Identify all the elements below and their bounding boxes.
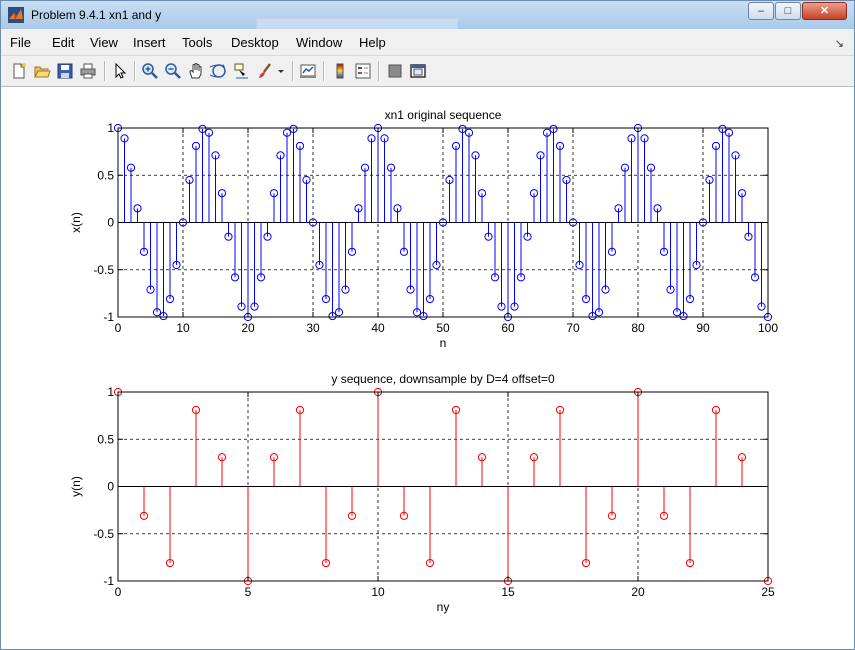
menu-view[interactable]: View [90, 35, 118, 50]
menu-bar: File Edit View Insert Tools Desktop Wind… [1, 29, 854, 56]
rotate-3d-icon[interactable] [210, 62, 228, 80]
insert-colorbar-icon[interactable] [331, 62, 349, 80]
toolbar-separator [378, 61, 380, 81]
chart-title: xn1 original sequence [385, 108, 502, 122]
menu-help[interactable]: Help [359, 35, 386, 50]
y-tick-label: -1 [103, 310, 114, 324]
figure-window: Problem 9.4.1 xn1 and y – □ ✕ File Edit … [0, 0, 855, 650]
open-file-icon[interactable] [33, 62, 51, 80]
title-bar[interactable]: Problem 9.4.1 xn1 and y – □ ✕ [1, 1, 854, 30]
y-axis-label: y(n) [69, 476, 83, 497]
close-button[interactable]: ✕ [802, 2, 847, 20]
menu-desktop[interactable]: Desktop [231, 35, 279, 50]
y-tick-label: 1 [107, 385, 114, 399]
x-tick-label: 10 [371, 585, 385, 599]
zoom-in-icon[interactable] [141, 62, 159, 80]
dock-figure-icon[interactable]: ↘ [835, 37, 844, 50]
y-tick-label: 0 [107, 480, 114, 494]
plots-svg: 0 10 20 30 40 50 60 70 80 90 10010.50-0.5-1xn1 ori… [69, 108, 778, 614]
x-tick-label: 0 [115, 321, 122, 335]
x-tick-label: 25 [761, 585, 775, 599]
window-title: Problem 9.4.1 xn1 and y [31, 8, 162, 22]
x-tick-label: 50 [436, 321, 450, 335]
link-plot-icon[interactable] [299, 62, 317, 80]
x-tick-label: 20 [241, 321, 255, 335]
y-tick-label: -0.5 [93, 527, 114, 541]
x-tick-label: 70 [566, 321, 580, 335]
menu-tools[interactable]: Tools [182, 35, 212, 50]
menu-file[interactable]: File [10, 35, 31, 50]
data-cursor-icon[interactable] [233, 62, 251, 80]
save-figure-icon[interactable] [56, 62, 74, 80]
x-tick-label: 20 [631, 585, 645, 599]
x-axis-label: ny [437, 600, 450, 614]
minimize-button[interactable]: – [748, 2, 774, 20]
maximize-button[interactable]: □ [775, 2, 801, 20]
x-tick-label: 30 [306, 321, 320, 335]
y-tick-label: 0.5 [97, 432, 114, 446]
x-tick-label: 0 [115, 585, 122, 599]
x-tick-label: 15 [501, 585, 515, 599]
y-tick-label: -1 [103, 574, 114, 588]
print-figure-icon[interactable] [79, 62, 97, 80]
x-tick-label: 80 [631, 321, 645, 335]
new-figure-icon[interactable] [10, 62, 28, 80]
toolbar-separator [134, 61, 136, 81]
x-tick-label: 40 [371, 321, 385, 335]
brush-dropdown-icon[interactable] [276, 62, 286, 80]
chart-title: y sequence, downsample by D=4 offset=0 [331, 372, 555, 386]
x-axis-label: n [440, 336, 447, 350]
edit-plot-icon[interactable] [111, 62, 129, 80]
figure-canvas[interactable]: 0 10 20 30 40 50 60 70 80 90 100 1 0.5 0 -0.5 -1 xn1 ori… [8, 87, 848, 644]
menu-window[interactable]: Window [296, 35, 342, 50]
insert-legend-icon[interactable] [354, 62, 372, 80]
menu-edit[interactable]: Edit [52, 35, 74, 50]
show-plot-tools-icon[interactable] [409, 62, 427, 80]
toolbar-separator [323, 61, 325, 81]
hide-plot-tools-icon[interactable] [386, 62, 404, 80]
y-tick-label: 0.5 [97, 168, 114, 182]
toolbar-separator [292, 61, 294, 81]
y-tick-label: -0.5 [93, 263, 114, 277]
x-tick-label: 60 [501, 321, 515, 335]
zoom-out-icon[interactable] [164, 62, 182, 80]
menu-insert[interactable]: Insert [133, 35, 166, 50]
x-tick-label: 90 [696, 321, 710, 335]
matlab-logo-icon [8, 7, 24, 23]
brush-icon[interactable] [256, 62, 274, 80]
x-tick-label: 100 [758, 321, 778, 335]
y-tick-label: 1 [107, 121, 114, 135]
y-axis-label: x(n) [69, 212, 83, 233]
figure-toolbar [1, 56, 854, 87]
y-tick-label: 0 [107, 216, 114, 230]
x-tick-label: 5 [245, 585, 252, 599]
x-tick-label: 10 [176, 321, 190, 335]
toolbar-separator [104, 61, 106, 81]
pan-icon[interactable] [187, 62, 205, 80]
